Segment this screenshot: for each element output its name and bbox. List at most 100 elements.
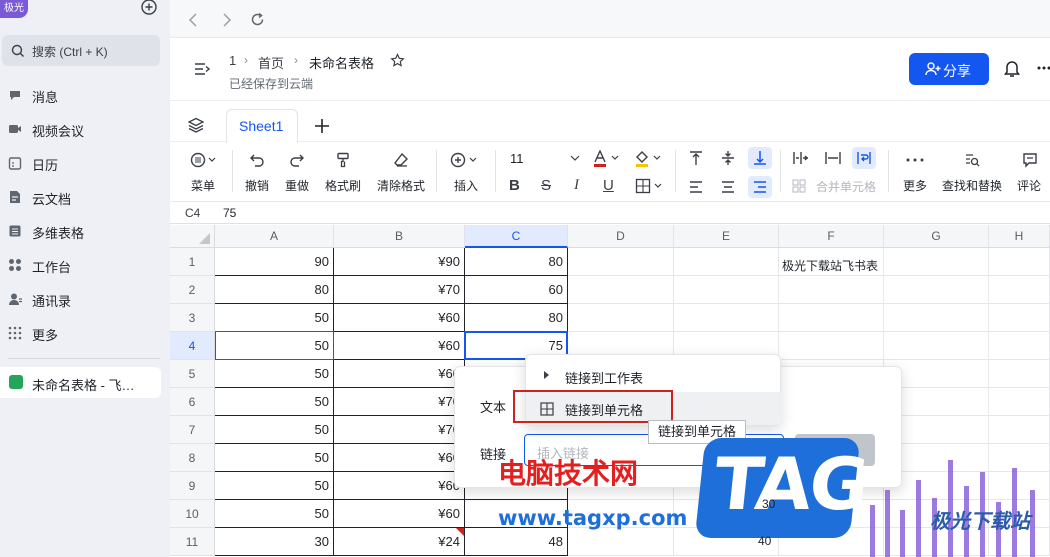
column-width-icon[interactable] bbox=[792, 150, 810, 166]
table-cell[interactable]: 50 bbox=[215, 500, 334, 528]
undo-button[interactable]: 撤销 bbox=[242, 152, 274, 193]
collapse-sidebar-icon[interactable] bbox=[194, 62, 210, 76]
table-cell[interactable] bbox=[989, 360, 1050, 388]
table-cell[interactable]: ¥60 bbox=[334, 472, 465, 500]
table-cell[interactable]: 50 bbox=[215, 416, 334, 444]
table-cell[interactable] bbox=[674, 248, 779, 276]
avatar[interactable]: 极光 bbox=[0, 0, 28, 18]
fit-width-icon[interactable] bbox=[824, 150, 842, 166]
cell-e11[interactable]: 40 bbox=[758, 534, 771, 548]
table-cell[interactable] bbox=[884, 276, 989, 304]
table-cell[interactable]: ¥70 bbox=[334, 276, 465, 304]
table-cell[interactable]: 80 bbox=[465, 304, 568, 332]
back-arrow-icon[interactable] bbox=[188, 13, 200, 27]
table-cell[interactable]: 50 bbox=[215, 304, 334, 332]
menu-item-link-to-sheet[interactable]: 链接到工作表 bbox=[526, 360, 782, 393]
table-cell[interactable] bbox=[989, 332, 1050, 360]
table-cell[interactable] bbox=[989, 248, 1050, 276]
table-cell[interactable]: ¥60 bbox=[334, 444, 465, 472]
redo-button[interactable]: 重做 bbox=[282, 152, 314, 193]
fill-color-icon[interactable] bbox=[634, 150, 664, 168]
add-sheet-icon[interactable] bbox=[314, 118, 330, 134]
column-header-f[interactable]: F bbox=[779, 225, 884, 248]
cell-reference[interactable]: C4 bbox=[185, 206, 200, 220]
table-cell[interactable] bbox=[779, 276, 884, 304]
row-header[interactable]: 11 bbox=[170, 528, 215, 556]
align-top-icon[interactable] bbox=[688, 150, 704, 166]
bell-icon[interactable] bbox=[1004, 60, 1020, 78]
row-header[interactable]: 7 bbox=[170, 416, 215, 444]
align-center-icon[interactable] bbox=[720, 180, 736, 194]
column-header-c[interactable]: C bbox=[465, 225, 568, 248]
align-left-icon[interactable] bbox=[688, 180, 704, 194]
table-cell[interactable] bbox=[674, 276, 779, 304]
sidebar-item-video[interactable]: 视频会议 bbox=[0, 112, 168, 146]
row-header[interactable]: 2 bbox=[170, 276, 215, 304]
table-cell[interactable] bbox=[884, 304, 989, 332]
cell-e10[interactable]: 30 bbox=[762, 497, 775, 511]
italic-icon[interactable]: I bbox=[574, 177, 579, 194]
sidebar-item-messages[interactable]: 消息 bbox=[0, 78, 168, 112]
row-header[interactable]: 9 bbox=[170, 472, 215, 500]
doc-title[interactable]: 未命名表格 bbox=[309, 53, 374, 72]
table-cell[interactable] bbox=[989, 416, 1050, 444]
more-options-icon[interactable] bbox=[1037, 60, 1050, 76]
row-header[interactable]: 5 bbox=[170, 360, 215, 388]
table-cell[interactable]: ¥60 bbox=[334, 500, 465, 528]
align-right-button[interactable] bbox=[748, 176, 772, 198]
column-header-d[interactable]: D bbox=[568, 225, 674, 248]
more-button[interactable]: 更多 bbox=[900, 152, 932, 193]
tab-sheet1[interactable]: Sheet1 bbox=[226, 109, 298, 143]
table-cell[interactable]: ¥70 bbox=[334, 388, 465, 416]
breadcrumb-number[interactable]: 1 bbox=[229, 53, 236, 68]
column-header-h[interactable]: H bbox=[989, 225, 1050, 248]
row-header[interactable]: 8 bbox=[170, 444, 215, 472]
column-header-a[interactable]: A bbox=[215, 225, 334, 248]
table-cell[interactable] bbox=[568, 276, 674, 304]
sidebar-item-more[interactable]: 更多 bbox=[0, 316, 168, 350]
add-circle-icon[interactable] bbox=[140, 0, 158, 18]
table-cell[interactable]: 80 bbox=[215, 276, 334, 304]
table-cell[interactable] bbox=[779, 304, 884, 332]
clear-format-button[interactable]: 清除格式 bbox=[375, 152, 427, 193]
forward-arrow-icon[interactable] bbox=[220, 13, 232, 27]
table-cell[interactable] bbox=[989, 304, 1050, 332]
row-header[interactable]: 4 bbox=[170, 332, 215, 360]
table-cell[interactable] bbox=[568, 248, 674, 276]
column-header-e[interactable]: E bbox=[674, 225, 779, 248]
table-cell[interactable]: 50 bbox=[215, 472, 334, 500]
table-cell[interactable]: 50 bbox=[215, 388, 334, 416]
search-box[interactable]: 搜索 (Ctrl + K) bbox=[2, 35, 160, 66]
table-cell[interactable] bbox=[674, 304, 779, 332]
row-header[interactable]: 1 bbox=[170, 248, 215, 276]
row-header[interactable]: 3 bbox=[170, 304, 215, 332]
align-bottom-button[interactable] bbox=[748, 147, 772, 169]
table-cell[interactable] bbox=[779, 332, 884, 360]
table-cell[interactable]: 80 bbox=[465, 248, 568, 276]
table-cell[interactable]: 90 bbox=[215, 248, 334, 276]
table-cell[interactable]: ¥70 bbox=[334, 416, 465, 444]
table-cell[interactable] bbox=[989, 276, 1050, 304]
font-color-icon[interactable] bbox=[592, 150, 622, 168]
table-cell[interactable]: ¥90 bbox=[334, 248, 465, 276]
strikethrough-icon[interactable]: S bbox=[541, 177, 551, 194]
table-cell[interactable] bbox=[884, 332, 989, 360]
table-cell[interactable] bbox=[568, 528, 674, 556]
sidebar-item-bitable[interactable]: 多维表格 bbox=[0, 214, 168, 248]
bold-icon[interactable]: B bbox=[509, 177, 520, 194]
underline-icon[interactable]: U bbox=[603, 177, 614, 194]
table-cell[interactable] bbox=[568, 304, 674, 332]
sidebar-item-contacts[interactable]: 通讯录 bbox=[0, 282, 168, 316]
formula-input[interactable]: 75 bbox=[223, 206, 236, 220]
format-painter-button[interactable]: 格式刷 bbox=[322, 152, 364, 193]
table-cell[interactable]: 60 bbox=[465, 276, 568, 304]
sidebar-item-docs[interactable]: 云文档 bbox=[0, 180, 168, 214]
table-cell[interactable] bbox=[989, 388, 1050, 416]
column-header-b[interactable]: B bbox=[334, 225, 465, 248]
menu-button[interactable]: 菜单 bbox=[188, 152, 228, 193]
table-cell[interactable]: 50 bbox=[215, 444, 334, 472]
table-cell[interactable]: ¥60 bbox=[334, 360, 465, 388]
wrap-text-button[interactable] bbox=[852, 147, 876, 169]
star-icon[interactable] bbox=[390, 53, 405, 68]
table-cell[interactable] bbox=[884, 248, 989, 276]
